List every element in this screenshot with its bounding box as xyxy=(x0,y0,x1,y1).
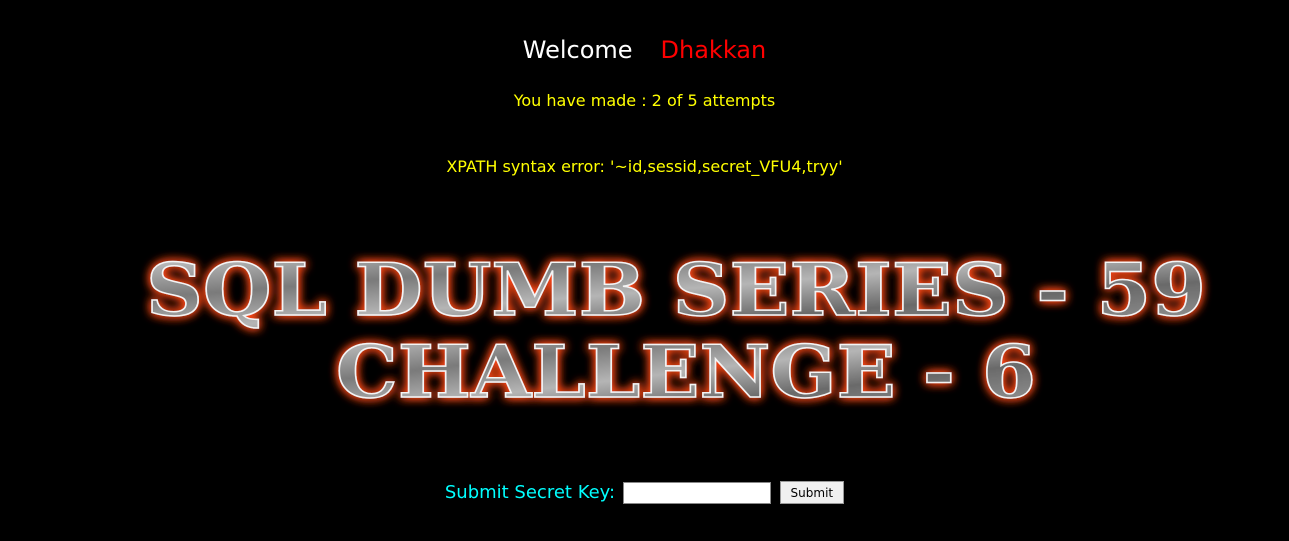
xpath-error-text: XPATH syntax error: '~id,sessid,secret_V… xyxy=(446,157,843,176)
secret-key-label: Submit Secret Key: xyxy=(444,482,616,503)
banner-line-2: CHALLENGE - 6 xyxy=(336,329,1036,414)
banner-line-1: SQL DUMB SERIES - 59 xyxy=(146,247,1206,332)
page: Welcome Dhakkan You have made : 2 of 5 at… xyxy=(0,0,1289,541)
secret-key-form: Submit Secret Key: Submit xyxy=(0,481,1289,504)
welcome-line: Welcome Dhakkan xyxy=(0,36,1289,64)
submit-button[interactable]: Submit xyxy=(779,481,845,504)
welcome-label: Welcome xyxy=(522,36,633,64)
secret-key-input[interactable] xyxy=(622,481,771,504)
attempts-text: You have made : 2 of 5 attempts xyxy=(513,91,776,110)
challenge-banner-image: SQL DUMB SERIES - 59 CHALLENGE - 6 xyxy=(145,246,1207,415)
user-name: Dhakkan xyxy=(660,36,767,64)
